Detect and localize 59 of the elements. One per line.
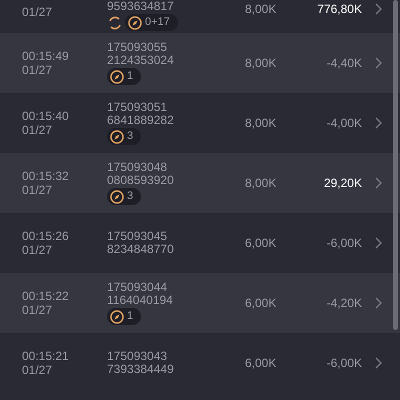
date-text: 01/27 (22, 123, 54, 137)
id-text: 1164040194 (107, 294, 174, 307)
result-text: 29,20K (322, 175, 362, 192)
chevron-icon (375, 3, 382, 15)
date-text: 01/27 (22, 63, 54, 77)
id-text: 175093055 (107, 41, 168, 54)
chevron-icon (375, 357, 382, 369)
result-text: -4,20K (326, 295, 362, 312)
id-text: 175093051 (107, 101, 168, 114)
date-text: 01/27 (22, 363, 54, 377)
chevron-icon (375, 57, 382, 69)
chevron-icon (375, 297, 382, 309)
date-text: 01/27 (22, 183, 54, 197)
time-text: 00:15:26 (22, 229, 70, 243)
compass-icon (110, 130, 124, 144)
stake-text: 8,00K (245, 115, 278, 132)
id-text: 9593634817 (107, 0, 175, 13)
stake-text: 8,00K (245, 55, 278, 72)
id-text: 0808593920 (107, 174, 175, 187)
count-badge: 3 (107, 188, 142, 205)
chevron-icon (375, 177, 382, 189)
result-text: -6,00K (326, 355, 362, 372)
id-text: 175093045 (107, 230, 168, 243)
chevron-icon (375, 117, 382, 129)
date-text: 01/27 (22, 303, 54, 317)
compass-icon (128, 16, 142, 30)
compass-icon (110, 70, 124, 84)
compass-icon (110, 310, 124, 324)
compass-icon (110, 190, 124, 204)
id-text: 2124353024 (107, 54, 175, 67)
list-row[interactable]: 00:15:32 01/27 175093048 0808593920 3 8,00K 29,20K (0, 153, 400, 213)
count-badge: 3 (107, 128, 142, 145)
count-badge: 1 (107, 308, 142, 325)
list-row[interactable]: 00:15:49 01/27 175093055 2124353024 1 8,00K -4,40K (0, 33, 400, 93)
id-text: 175093044 (107, 281, 168, 294)
stake-text: 6,00K (245, 235, 278, 252)
result-text: 776,80K (316, 1, 362, 18)
stake-text: 6,00K (245, 295, 278, 312)
stake-text: 8,00K (245, 175, 278, 192)
id-text: 7393384449 (107, 363, 175, 376)
time-text: 00:15:22 (22, 289, 70, 303)
time-text: 00:15:49 (22, 49, 70, 63)
chevron-icon (375, 237, 382, 249)
result-text: -4,00K (326, 115, 362, 132)
date-text: 01/27 (22, 243, 54, 257)
id-text: 175093043 (107, 350, 168, 363)
result-text: -6,00K (326, 235, 362, 252)
count-badge: 0+17 (125, 14, 178, 31)
id-text: 8234848770 (107, 243, 175, 256)
result-text: -4,40K (326, 55, 362, 72)
list-row[interactable]: 00:15:22 01/27 175093044 1164040194 1 6,00K -4,20K (0, 273, 400, 333)
count-badge: 1 (107, 68, 142, 85)
time-text: 00:15:32 (22, 169, 70, 183)
date-text: 01/27 (22, 5, 54, 19)
time-text: 00:15:40 (22, 109, 70, 123)
id-text: 175093048 (107, 161, 168, 174)
time-text: 00:15:21 (22, 349, 70, 363)
stake-text: 6,00K (245, 355, 278, 372)
id-text: 6841889282 (107, 114, 175, 127)
